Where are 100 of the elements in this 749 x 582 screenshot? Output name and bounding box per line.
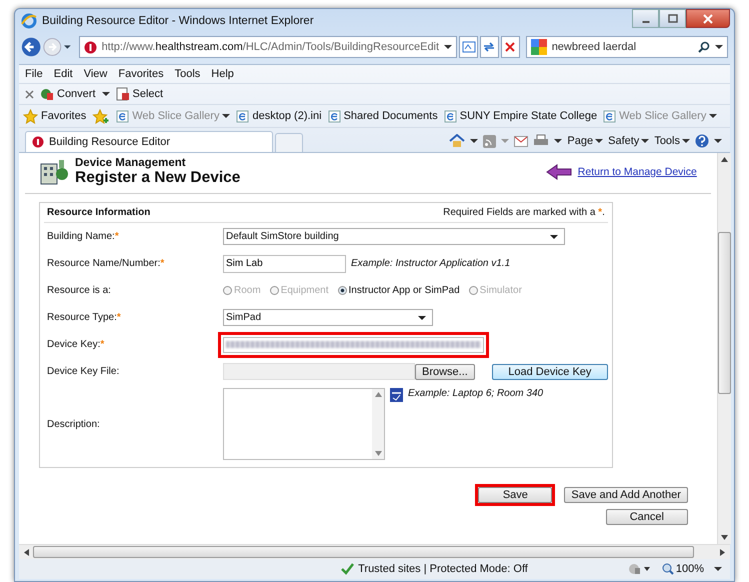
section-title: Device Management	[75, 157, 187, 169]
vertical-scrollbar[interactable]	[716, 153, 731, 544]
spellcheck-icon[interactable]	[390, 388, 403, 402]
select-button[interactable]: Select	[116, 87, 164, 101]
menu-item[interactable]: Favorites	[118, 68, 164, 80]
page-icon	[116, 110, 130, 122]
return-link[interactable]: Return to Manage Device	[578, 166, 697, 178]
magnifier-icon	[662, 563, 674, 575]
radio-option[interactable]: Instructor App or SimPad	[338, 285, 460, 296]
stop-button[interactable]	[500, 36, 520, 58]
favorites-item[interactable]: Favorites	[23, 108, 86, 124]
scroll-up-icon[interactable]	[720, 157, 728, 162]
maximize-icon	[668, 14, 678, 24]
menu-item[interactable]: Help	[211, 68, 234, 80]
toolbar-menu[interactable]: Tools	[654, 135, 690, 147]
favorites-item[interactable]: SUNY Empire State College	[444, 110, 598, 122]
scroll-down-icon[interactable]	[720, 535, 728, 540]
dropdown-icon[interactable]	[715, 43, 724, 51]
scroll-thumb[interactable]	[718, 232, 731, 394]
field-label: Building Name:*	[46, 231, 120, 242]
dropdown-icon[interactable]	[444, 43, 452, 51]
select-icon	[116, 87, 130, 101]
feed-icon[interactable]	[483, 134, 496, 148]
dropdown[interactable]: Default SimStore building	[223, 228, 565, 245]
menu-item[interactable]: Tools	[174, 68, 200, 80]
form-button[interactable]: Save and Add Another	[564, 487, 688, 503]
close-button[interactable]	[686, 9, 730, 28]
minimize-button[interactable]	[632, 9, 659, 28]
dropdown-icon[interactable]	[554, 137, 562, 145]
mail-icon[interactable]	[514, 136, 528, 146]
description-field[interactable]	[223, 388, 385, 460]
dropdown-icon[interactable]	[64, 43, 71, 51]
dropdown-icon	[641, 137, 650, 145]
compatibility-view-button[interactable]	[459, 36, 478, 58]
menu-item[interactable]: View	[84, 68, 108, 80]
dropdown-icon	[418, 314, 426, 322]
refresh-button[interactable]	[480, 36, 499, 58]
field-label: Resource Type:*	[46, 312, 122, 323]
page-icon	[603, 110, 616, 122]
text-field[interactable]: Sim Lab	[223, 254, 346, 272]
dropdown-icon	[709, 112, 718, 120]
favorites-item[interactable]: desktop (2).ini	[236, 110, 322, 122]
dropdown-icon	[682, 137, 690, 145]
browser-tab[interactable]: Building Resource Editor	[25, 131, 273, 152]
panel-title: Resource Information	[47, 207, 150, 218]
field-label: Resource is a:	[46, 285, 112, 296]
page-icon	[444, 110, 457, 122]
dropdown[interactable]: SimPad	[223, 309, 433, 326]
site-icon	[84, 40, 97, 54]
window-title: Building Resource Editor - Windows Internet Explorer	[42, 15, 314, 27]
address-field[interactable]: http://www.healthstream.com/HLC/Admin/Tools/BuildingResourceEdit	[78, 36, 458, 58]
zoom-level[interactable]: 100%	[662, 563, 704, 575]
left-arrow-icon	[546, 164, 572, 180]
page-heading: Register a New Device	[75, 169, 242, 187]
close-icon	[703, 14, 713, 24]
star-icon	[23, 108, 38, 124]
close-icon[interactable]	[25, 90, 34, 98]
maximize-button[interactable]	[659, 9, 686, 28]
scroll-right-icon[interactable]	[720, 548, 725, 556]
stop-icon	[504, 41, 516, 53]
browse-button[interactable]: Browse...	[415, 364, 475, 380]
search-provider-icon	[530, 39, 547, 55]
dropdown-icon[interactable]	[714, 565, 722, 573]
scroll-thumb[interactable]	[33, 546, 694, 558]
convert-button[interactable]: Convert	[40, 87, 96, 101]
field-label: Device Key:*	[46, 339, 106, 350]
scroll-left-icon[interactable]	[24, 548, 29, 556]
print-icon[interactable]	[533, 134, 550, 148]
toolbar-menu[interactable]: Page	[567, 135, 604, 147]
file-path-field[interactable]	[223, 363, 415, 380]
add-favorite-icon[interactable]	[92, 108, 110, 124]
dropdown-icon[interactable]	[714, 137, 722, 145]
home-icon[interactable]	[449, 134, 466, 148]
dropdown-icon[interactable]	[470, 137, 478, 145]
form-button[interactable]: Save	[478, 487, 552, 503]
field-label: Description:	[46, 418, 101, 430]
convert-icon	[40, 87, 54, 101]
hint-text: Example: Instructor Application v1.1	[351, 258, 510, 269]
minimize-icon	[642, 20, 650, 22]
search-icon[interactable]	[698, 41, 710, 53]
menu-item[interactable]: File	[25, 68, 43, 80]
checkmark-icon	[341, 563, 354, 575]
back-icon[interactable]	[21, 35, 42, 59]
help-icon[interactable]	[695, 134, 709, 148]
dropdown-icon	[595, 137, 604, 145]
dropdown-icon[interactable]	[102, 90, 110, 98]
cancel-button[interactable]: Cancel	[606, 509, 688, 525]
lock-icon[interactable]	[628, 563, 652, 575]
blurred-key-field[interactable]	[223, 336, 484, 352]
load-device-key-button[interactable]: Load Device Key	[492, 364, 608, 380]
browser-logo-icon	[21, 13, 37, 29]
horizontal-scrollbar[interactable]	[19, 544, 730, 559]
menu-item[interactable]: Edit	[54, 68, 73, 80]
toolbar-menu[interactable]: Safety	[608, 135, 650, 147]
field-label: Device Key File:	[46, 366, 120, 377]
search-field[interactable]: newbreed laerdal	[526, 36, 728, 58]
favorites-item[interactable]: Shared Documents	[328, 110, 438, 122]
security-zone[interactable]: Trusted sites | Protected Mode: Off	[341, 563, 528, 575]
hint-text: Example: Laptop 6; Room 340	[408, 388, 544, 399]
site-icon	[32, 136, 44, 148]
